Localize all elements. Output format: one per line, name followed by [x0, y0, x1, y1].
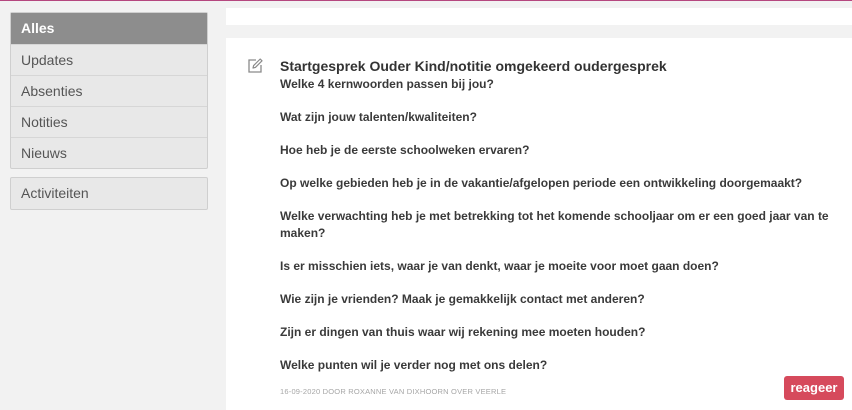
previous-post-card — [226, 8, 852, 25]
edit-note-icon — [246, 57, 264, 75]
sidebar-item-notities[interactable]: Notities — [11, 106, 207, 137]
question-item: Wat zijn jouw talenten/kwaliteiten? — [280, 110, 477, 124]
post-meta: 16-09-2020 DOOR ROXANNE VAN DIXHOORN OVE… — [280, 387, 507, 396]
sidebar-activities-group: Activiteiten — [10, 177, 208, 210]
question-item: Welke verwachting heb je met betrekking … — [280, 209, 829, 240]
sidebar: Alles Updates Absenties Notities Nieuws … — [10, 12, 208, 210]
question-item: Wie zijn je vrienden? Maak je gemakkelij… — [280, 292, 645, 306]
sidebar-item-updates[interactable]: Updates — [11, 44, 207, 75]
post-content: Startgesprek Ouder Kind/notitie omgekeer… — [280, 57, 840, 374]
sidebar-item-nieuws[interactable]: Nieuws — [11, 137, 207, 168]
question-item: Op welke gebieden heb je in de vakantie/… — [280, 176, 803, 190]
top-accent-line — [0, 0, 852, 1]
sidebar-filter-group: Alles Updates Absenties Notities Nieuws — [10, 12, 208, 169]
question-item: Is er misschien iets, waar je van denkt,… — [280, 259, 719, 273]
question-item: Welke 4 kernwoorden passen bij jou? — [280, 77, 494, 91]
question-item: Hoe heb je de eerste schoolweken ervaren… — [280, 143, 530, 157]
question-item: Welke punten wil je verder nog met ons d… — [280, 358, 548, 372]
reply-button[interactable]: reageer — [784, 376, 844, 400]
sidebar-item-absenties[interactable]: Absenties — [11, 75, 207, 106]
sidebar-item-activiteiten[interactable]: Activiteiten — [11, 178, 207, 209]
post-card: Startgesprek Ouder Kind/notitie omgekeer… — [226, 38, 852, 410]
question-item: Zijn er dingen van thuis waar wij rekeni… — [280, 325, 646, 339]
post-title: Startgesprek Ouder Kind/notitie omgekeer… — [280, 58, 667, 74]
sidebar-item-alles[interactable]: Alles — [11, 13, 207, 44]
